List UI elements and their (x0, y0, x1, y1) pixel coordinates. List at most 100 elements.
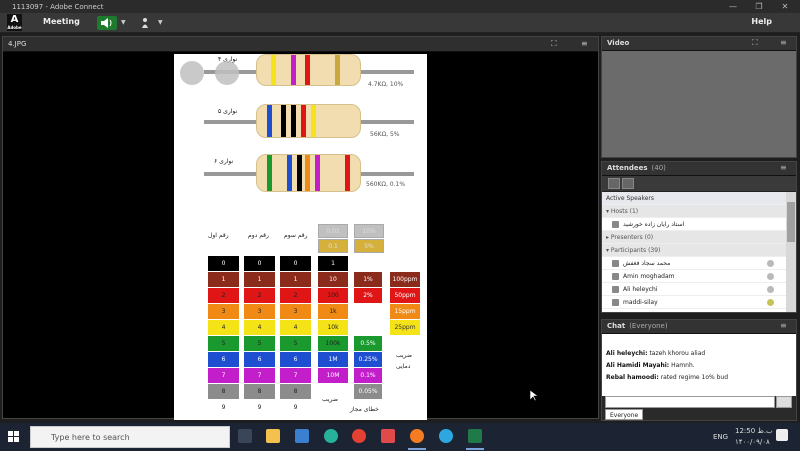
mail-icon[interactable] (295, 429, 309, 443)
bookmark-overlay-button[interactable] (180, 61, 204, 85)
digit-cell: 8 (244, 384, 275, 400)
speaker-button[interactable] (97, 16, 117, 30)
footer-multiplier: ضریب (322, 396, 338, 403)
multiplier-cell: 100k (318, 336, 348, 352)
digit-cell: 6 (280, 352, 311, 368)
list-item[interactable]: maddi-silay (602, 296, 786, 309)
digit-cell: 5 (208, 336, 239, 352)
status-caret-icon[interactable]: ▼ (158, 19, 163, 26)
row1-value: 4.7KΩ, 10% (368, 81, 404, 88)
resistor-5band (256, 104, 361, 138)
video-pod: Video ⛶ ≡ (601, 36, 797, 158)
resistor-6band (256, 154, 361, 192)
share-overlay-button[interactable] (215, 61, 239, 85)
digit-cell: 6 (208, 352, 239, 368)
share-pod-header: 4.JPG ⛶ ≡ (3, 37, 598, 52)
fullscreen-icon[interactable]: ⛶ (551, 39, 557, 49)
clock-date[interactable]: ۱۴۰۰/۰۹/۰۸ (735, 438, 770, 446)
firefox-icon[interactable] (410, 429, 424, 443)
meeting-menu[interactable]: Meeting (43, 17, 80, 26)
participants-section[interactable]: ▾ Participants (39) (602, 244, 786, 257)
chat-menu-icon[interactable]: ≡ (780, 321, 787, 330)
video-pod-header: Video ⛶ ≡ (602, 37, 796, 51)
file-explorer-icon[interactable] (266, 429, 280, 443)
multiplier-cell: 100 (318, 288, 348, 304)
multiplier-cell: 1M (318, 352, 348, 368)
minimize-button[interactable]: — (720, 0, 746, 13)
close-button[interactable]: ✕ (772, 0, 798, 13)
raise-hand-icon[interactable] (140, 17, 152, 29)
taskbar-search-input[interactable]: Type here to search (30, 426, 230, 448)
logo-letter: A (10, 14, 19, 25)
digit-cell: 9 (280, 400, 311, 416)
attendees-pod-header: Attendees (40) ≡ (602, 162, 796, 176)
attendees-menu-icon[interactable]: ≡ (780, 163, 787, 172)
mult-silver: 0.01 (318, 224, 348, 238)
list-view-icon[interactable] (608, 178, 620, 189)
presenters-section[interactable]: ▸ Presenters (0) (602, 231, 786, 244)
row3-label: ۶ نواری (214, 158, 234, 165)
chrome-icon[interactable] (352, 429, 366, 443)
status-icon (767, 272, 774, 280)
digit-cell: 4 (208, 320, 239, 336)
digit-cell: 3 (280, 304, 311, 320)
chat-title: Chat (Everyone) (607, 322, 668, 330)
digit-column-3: 0123456789 (280, 256, 311, 416)
video-fullscreen-icon[interactable]: ⛶ (752, 38, 758, 48)
task-view-icon[interactable] (238, 429, 252, 443)
windows-start-icon[interactable] (8, 431, 20, 443)
footer-tempco: ضریب دمایی (396, 352, 412, 370)
search-placeholder: Type here to search (51, 432, 130, 442)
multiplier-cell: 1k (318, 304, 348, 320)
digit-cell: 1 (244, 272, 275, 288)
attendees-pod: Attendees (40) ≡ Active Speakers ▾ Hosts … (601, 161, 797, 313)
chat-input[interactable] (605, 396, 775, 408)
status-view-icon[interactable] (622, 178, 634, 189)
list-item[interactable]: Amin moghadam (602, 270, 786, 283)
status-icon (767, 259, 774, 267)
multiplier-column: 1 10 100 1k 10k 100k 1M 10M (318, 256, 348, 384)
digit-column-2: 0123456789 (244, 256, 275, 416)
list-item[interactable]: محمد سجاد فغفش (602, 257, 786, 270)
excel-icon[interactable] (468, 429, 482, 443)
help-menu[interactable]: Help (751, 17, 772, 26)
maximize-button[interactable]: ❐ (746, 0, 772, 13)
footer-tolerance: خطای مجاز (350, 406, 379, 413)
chat-pod-header: Chat (Everyone) ≡ (602, 320, 796, 334)
window-title: 1113097 - Adobe Connect (12, 2, 104, 11)
row3-value: 560KΩ, 0.1% (366, 181, 406, 188)
header-digit3: رقم سوم (284, 232, 308, 239)
digit-cell: 1 (280, 272, 311, 288)
digit-cell: 9 (244, 400, 275, 416)
slide-image: ۴ نواری 4.7KΩ, 10% ۵ نواری 56KΩ, 5% ۶ نو… (174, 54, 427, 420)
digit-cell: 4 (244, 320, 275, 336)
video-pod-title: Video (607, 39, 630, 47)
video-menu-icon[interactable]: ≡ (780, 38, 787, 47)
attendees-scrollbar[interactable] (786, 192, 796, 312)
digit-cell: 0 (208, 256, 239, 272)
user-icon (612, 259, 619, 267)
speaker-caret-icon[interactable]: ▼ (121, 19, 126, 26)
tolerance-column-low: 0.5% 0.25% 0.1% 0.05% (354, 336, 382, 400)
list-item[interactable]: استاد رایان زاده خورشید (602, 218, 786, 231)
mouse-cursor-icon (530, 390, 538, 402)
digit-cell: 7 (280, 368, 311, 384)
attendees-list: Active Speakers ▾ Hosts (1) استاد رایان … (602, 192, 786, 312)
clock-time[interactable]: 12:50 ب.ظ (735, 427, 773, 435)
list-item[interactable]: Ali heleychi (602, 283, 786, 296)
app2-icon[interactable] (381, 429, 395, 443)
multiplier-cell: 10M (318, 368, 348, 384)
video-area (602, 51, 796, 157)
notification-icon[interactable] (776, 429, 788, 441)
telegram-icon[interactable] (439, 429, 453, 443)
pod-menu-icon[interactable]: ≡ (581, 39, 588, 48)
chat-send-button[interactable] (776, 396, 792, 408)
chat-tab-everyone[interactable]: Everyone (605, 409, 644, 420)
language-indicator[interactable]: ENG (713, 433, 728, 441)
tempco-column: 100ppm 50ppm 15ppm 25ppm (390, 272, 420, 336)
digit-cell: 3 (208, 304, 239, 320)
digit-cell: 0 (244, 256, 275, 272)
chat-message: Rebal hamoodi: rated regime 1o% bud (606, 374, 729, 381)
hosts-section[interactable]: ▾ Hosts (1) (602, 205, 786, 218)
app-icon[interactable] (324, 429, 338, 443)
